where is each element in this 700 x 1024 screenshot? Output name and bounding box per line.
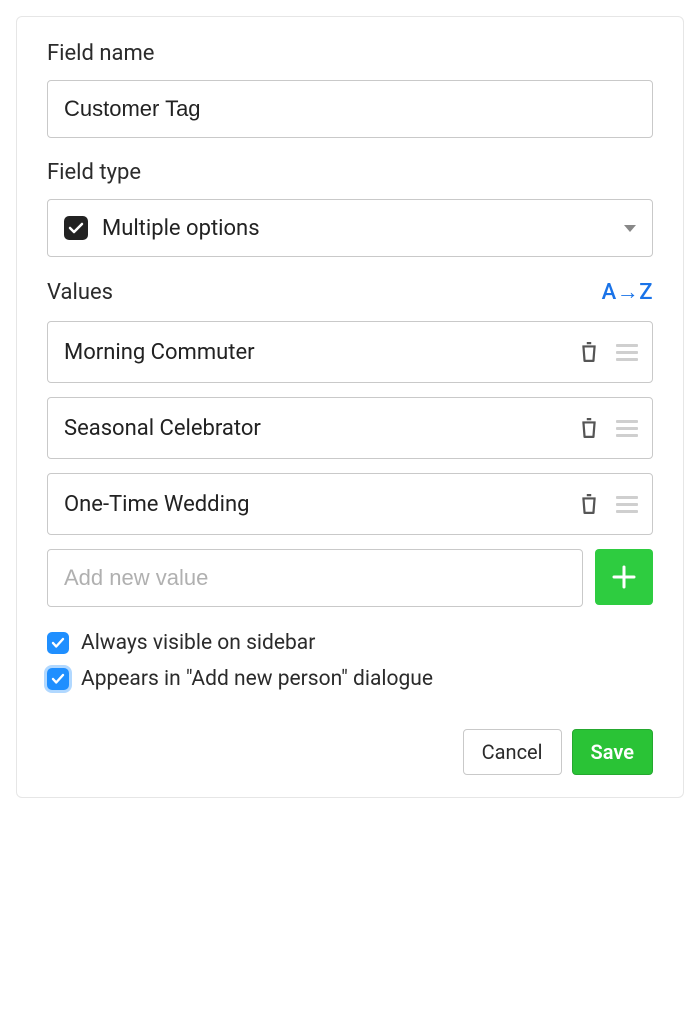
- value-row: One-Time Wedding: [47, 473, 653, 535]
- field-type-group: Field type Multiple options: [47, 160, 653, 257]
- field-name-group: Field name: [47, 41, 653, 138]
- value-row: Morning Commuter: [47, 321, 653, 383]
- always-visible-checkbox-row: Always visible on sidebar: [47, 631, 653, 655]
- checkbox-icon: [64, 216, 88, 240]
- field-editor-panel: Field name Field type Multiple options V…: [16, 16, 684, 798]
- trash-icon[interactable]: [574, 337, 604, 367]
- appears-in-add-checkbox[interactable]: [47, 668, 69, 690]
- field-type-label: Field type: [47, 160, 653, 185]
- drag-handle-icon[interactable]: [612, 489, 642, 519]
- always-visible-label: Always visible on sidebar: [81, 631, 315, 655]
- sort-az-link[interactable]: A→Z: [602, 279, 653, 305]
- field-name-input[interactable]: [47, 80, 653, 138]
- trash-icon[interactable]: [574, 489, 604, 519]
- cancel-button[interactable]: Cancel: [463, 729, 562, 775]
- field-type-selected: Multiple options: [102, 216, 624, 241]
- field-type-select[interactable]: Multiple options: [47, 199, 653, 257]
- value-text[interactable]: Morning Commuter: [64, 340, 568, 365]
- appears-in-add-checkbox-row: Appears in "Add new person" dialogue: [47, 667, 653, 691]
- check-icon: [51, 636, 65, 650]
- values-label: Values: [47, 280, 113, 305]
- value-text[interactable]: Seasonal Celebrator: [64, 416, 568, 441]
- value-row: Seasonal Celebrator: [47, 397, 653, 459]
- add-value-row: [47, 549, 653, 607]
- always-visible-checkbox[interactable]: [47, 632, 69, 654]
- values-header: Values A→Z: [47, 279, 653, 305]
- plus-icon: [609, 562, 639, 592]
- check-icon: [51, 672, 65, 686]
- add-value-button[interactable]: [595, 549, 653, 605]
- trash-icon[interactable]: [574, 413, 604, 443]
- drag-handle-icon[interactable]: [612, 337, 642, 367]
- chevron-down-icon: [624, 225, 636, 232]
- drag-handle-icon[interactable]: [612, 413, 642, 443]
- footer-actions: Cancel Save: [47, 729, 653, 775]
- value-text[interactable]: One-Time Wedding: [64, 492, 568, 517]
- save-button[interactable]: Save: [572, 729, 653, 775]
- add-value-input[interactable]: [47, 549, 583, 607]
- appears-in-add-label: Appears in "Add new person" dialogue: [81, 667, 433, 691]
- field-name-label: Field name: [47, 41, 653, 66]
- values-group: Values A→Z Morning Commuter Seasonal Cel…: [47, 279, 653, 607]
